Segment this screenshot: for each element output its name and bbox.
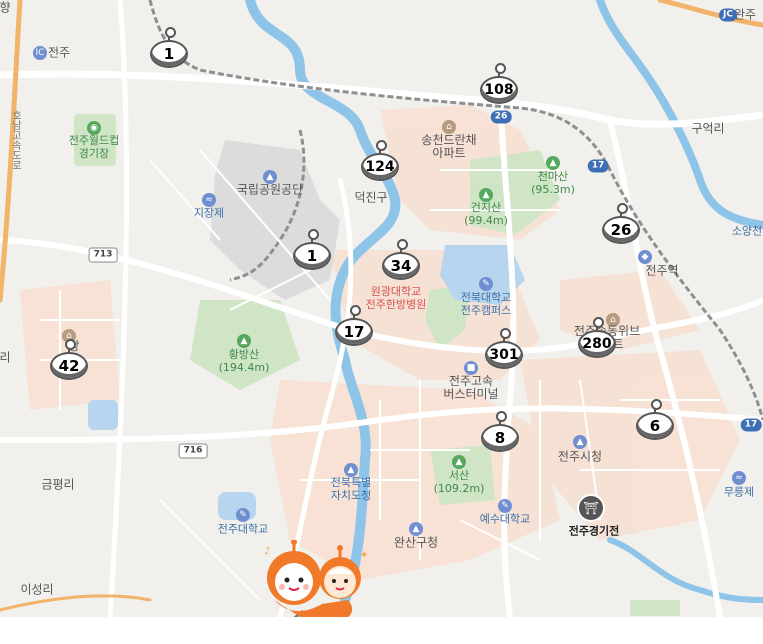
marker-label: 280 — [578, 330, 616, 358]
bus-icon[interactable]: ■ — [464, 361, 478, 375]
marker-pin-icon — [397, 239, 408, 250]
marker-pin-icon — [308, 229, 319, 240]
map-label-mudeungje[interactable]: 무릉제 — [724, 486, 754, 499]
train-icon[interactable]: ◆ — [638, 250, 652, 264]
marker-pin-icon — [350, 305, 361, 316]
map-label-seosan[interactable]: 서산 (109.2m) — [434, 469, 485, 495]
industrial-area — [210, 140, 340, 300]
marker-label: 1 — [293, 242, 331, 270]
map-label-cityhall[interactable]: 전주시청 — [558, 450, 602, 464]
route-marker-17[interactable]: 17 — [335, 305, 373, 347]
marker-pin-icon — [617, 203, 628, 214]
map-label-busterminal[interactable]: 전주고속 버스터미널 — [443, 375, 498, 401]
map-label-soyang[interactable]: 소양천 — [732, 225, 762, 238]
map-label-gyeonggijeon[interactable]: 전주경기전 — [569, 525, 620, 538]
map-label-jijangje[interactable]: 지장제 — [194, 207, 224, 220]
map-label-jbnu[interactable]: 전북대학교 전주캠퍼스 — [461, 291, 512, 317]
marker-pin-icon — [495, 63, 506, 74]
map-label-worldcup[interactable]: 전주월드컵 경기장 — [69, 134, 120, 160]
map-label-hyang[interactable]: 향 — [0, 1, 11, 15]
map-label-hwangbangsan[interactable]: 황방산 (194.4m) — [219, 348, 270, 374]
map-label-ri-left[interactable]: 리 — [0, 351, 11, 365]
marker-pin-icon — [165, 27, 176, 38]
map-label-iseong[interactable]: 이성리 — [20, 583, 53, 597]
photo-icon[interactable]: ⛩ — [577, 494, 605, 522]
school-icon[interactable]: ✎ — [498, 499, 512, 513]
route-marker-280[interactable]: 280 — [578, 317, 616, 359]
map-label-wanju[interactable]: 완주 — [734, 8, 756, 22]
route-marker-1b[interactable]: 1 — [293, 229, 331, 271]
marker-label: 34 — [382, 252, 420, 280]
marker-label: 42 — [50, 352, 88, 380]
marker-label: 124 — [361, 153, 399, 181]
building-icon[interactable]: ▲ — [409, 522, 423, 536]
mountain-icon[interactable]: ▲ — [479, 188, 493, 202]
map-label-jeonjuuniv[interactable]: 전주대학교 — [218, 523, 269, 536]
road-shield-jc: JC — [719, 8, 737, 22]
marker-label: 17 — [335, 318, 373, 346]
apartment-icon[interactable]: ⌂ — [442, 120, 456, 134]
map-label-yesu[interactable]: 예수대학교 — [480, 513, 531, 526]
building-icon[interactable]: ▲ — [344, 463, 358, 477]
route-marker-34[interactable]: 34 — [382, 239, 420, 281]
water-icon[interactable]: ≈ — [202, 193, 216, 207]
route-marker-124[interactable]: 124 — [361, 140, 399, 182]
map-label-geonjisan[interactable]: 건지산 (99.4m) — [464, 201, 508, 227]
road-shield-713: 713 — [88, 247, 118, 263]
map-label-deokjin[interactable]: 덕진구 — [354, 191, 387, 205]
marker-label: 6 — [636, 412, 674, 440]
marker-label: 8 — [481, 424, 519, 452]
bottom-bar — [0, 617, 763, 644]
marker-pin-icon — [500, 328, 511, 339]
map-label-wansan[interactable]: 완산구청 — [394, 536, 438, 550]
mountain-icon[interactable]: ▲ — [546, 156, 560, 170]
route-marker-301[interactable]: 301 — [485, 328, 523, 370]
map-label-provincial[interactable]: 전북특별 자치도청 — [331, 476, 371, 502]
route-marker-108[interactable]: 108 — [480, 63, 518, 105]
svg-text:✦: ✦ — [360, 550, 368, 561]
route-marker-8[interactable]: 8 — [481, 411, 519, 453]
marker-pin-icon — [376, 140, 387, 151]
marker-label: 108 — [480, 76, 518, 104]
road-shield-26: 26 — [490, 110, 512, 124]
map-label-cheonmasan[interactable]: 천마산 (95.3m) — [531, 170, 575, 196]
marker-label: 26 — [602, 216, 640, 244]
water-icon[interactable]: ≈ — [732, 471, 746, 485]
building-icon[interactable]: ▲ — [573, 435, 587, 449]
school-icon[interactable]: ✎ — [236, 508, 250, 522]
expressway-label: 호남고속도로 — [9, 110, 21, 170]
school-icon[interactable]: ✎ — [479, 277, 493, 291]
map-label-wonkwang[interactable]: 원광대학교 전주한방병원 — [366, 285, 427, 311]
road-shield-17a: 17 — [587, 159, 609, 173]
map-label-songcheon[interactable]: 송천드란채 아파트 — [421, 134, 476, 160]
route-marker-42[interactable]: 42 — [50, 339, 88, 381]
map-label-industrial[interactable]: 국립공원공단 — [237, 183, 303, 197]
ic-icon[interactable]: IC — [33, 46, 47, 60]
map-label-ic[interactable]: 전주 — [48, 46, 70, 60]
map-label-guokri[interactable]: 구억리 — [691, 122, 724, 136]
map-label-jeonjustation[interactable]: 전주역 — [645, 264, 678, 278]
route-marker-6[interactable]: 6 — [636, 399, 674, 441]
marker-pin-icon — [496, 411, 507, 422]
marker-pin-icon — [651, 399, 662, 410]
marker-pin-icon — [593, 317, 604, 328]
stadium-icon[interactable]: ◉ — [87, 121, 101, 135]
mountain-icon[interactable]: ▲ — [237, 334, 251, 348]
marker-pin-icon — [65, 339, 76, 350]
mountain-icon[interactable]: ▲ — [452, 455, 466, 469]
road-shield-17b: 17 — [740, 418, 762, 432]
map-label-geumpyeong[interactable]: 금평리 — [41, 478, 74, 492]
svg-text:♪: ♪ — [264, 546, 270, 557]
road-shield-716: 716 — [178, 443, 208, 459]
map-canvas[interactable] — [0, 0, 763, 644]
route-marker-26[interactable]: 26 — [602, 203, 640, 245]
marker-label: 301 — [485, 341, 523, 369]
route-marker-1a[interactable]: 1 — [150, 27, 188, 69]
marker-label: 1 — [150, 40, 188, 68]
